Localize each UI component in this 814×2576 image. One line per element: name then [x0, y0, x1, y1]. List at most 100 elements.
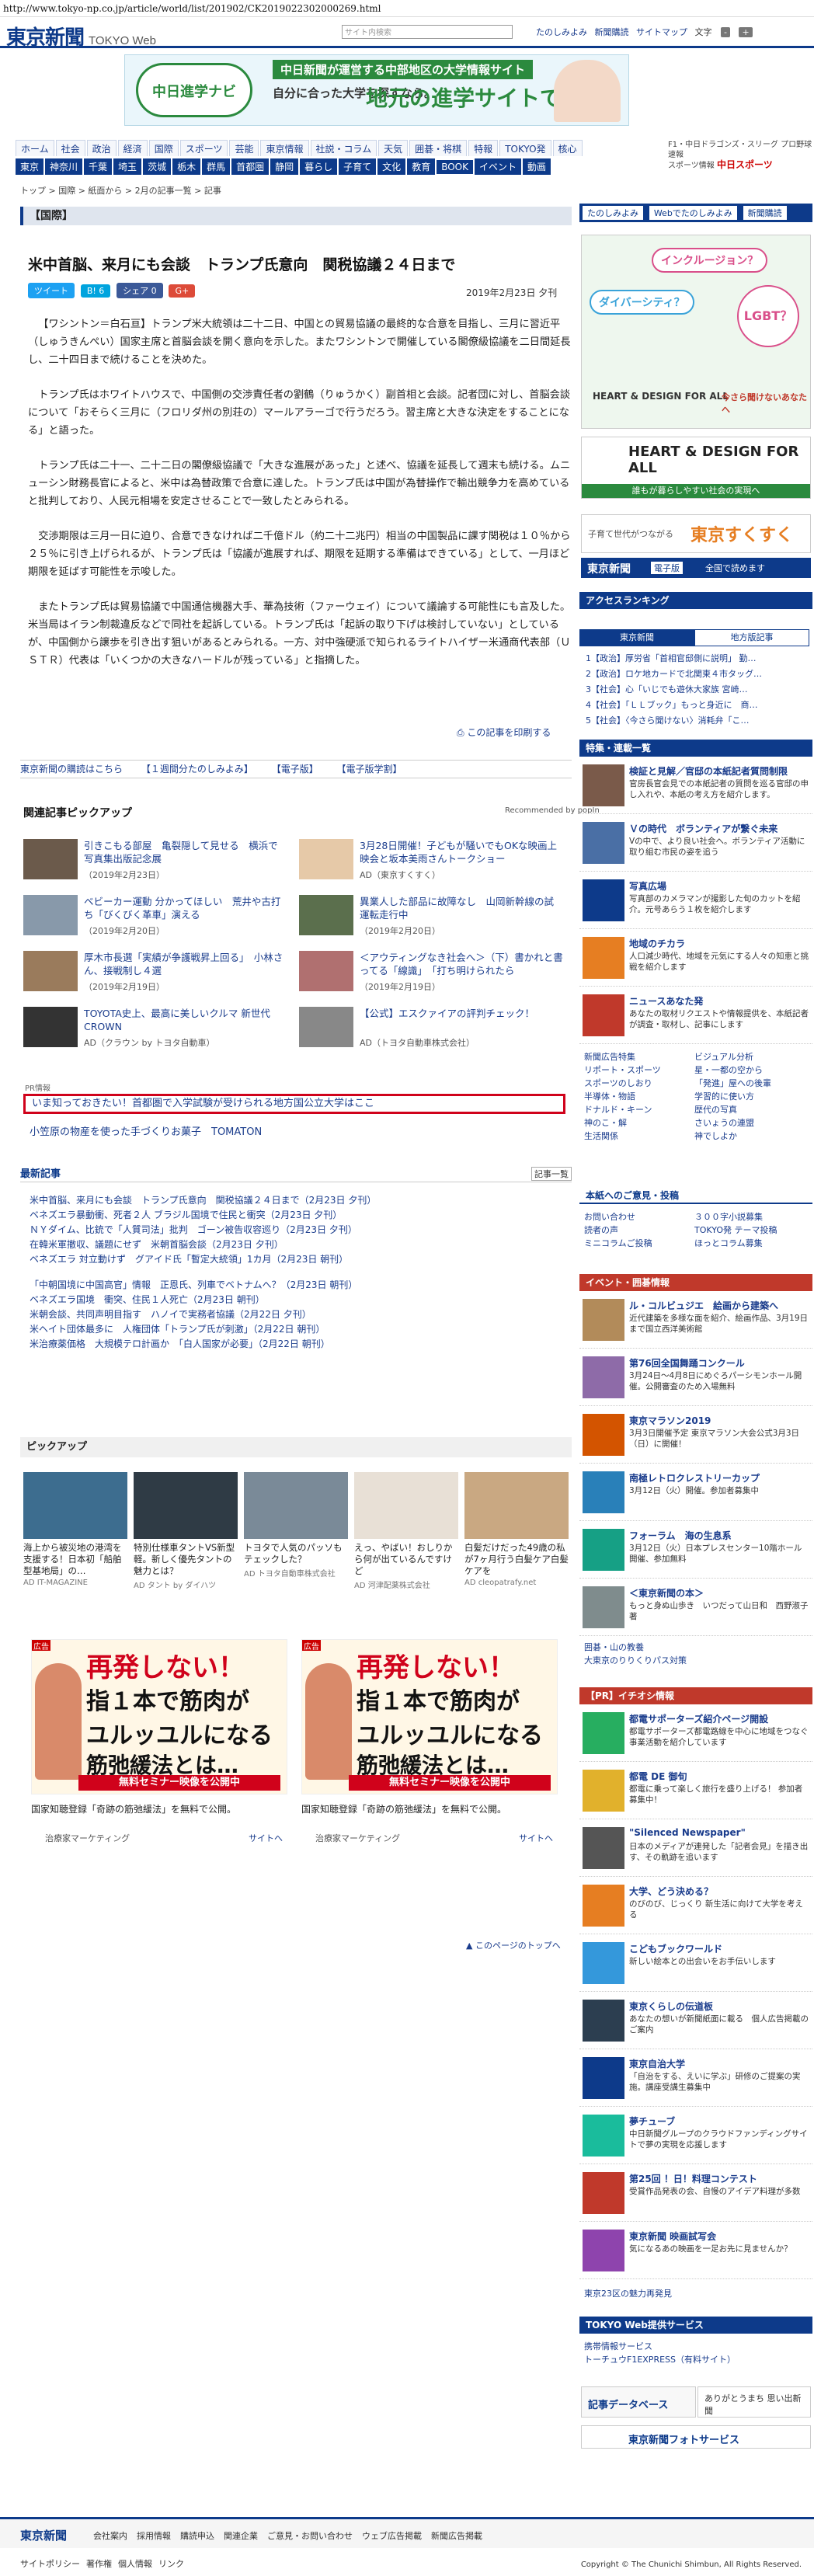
pr-highlight-link[interactable]: いま知っておきたい！首都圏で入学試験が受けられる地方国公立大学はここ — [23, 1094, 565, 1114]
latest-item[interactable]: ＮＹダイム、比銃で「人質司法」批判 ゴーン被告収容巡り（2月23日 夕刊） — [30, 1223, 565, 1238]
pr-item[interactable]: 大学、どう決める？ のびのび、じっくり 新生活に向けて大学を考える — [579, 1880, 812, 1934]
sukusuku-banner[interactable]: 子育て世代がつながる 東京すくすく — [581, 514, 811, 553]
pr-item[interactable]: 夢チューブ 中日新聞グループのクラウドファンディングサイトで夢の実現を応援します — [579, 2110, 812, 2164]
related-item[interactable]: TOYOTA史上、最高に美しいクルマ 新世代CROWN AD（クラウン by トヨ… — [23, 1007, 291, 1053]
primary-nav-item[interactable]: 社会 — [55, 140, 85, 156]
ad-banner[interactable]: 広告 再発しない！ 指１本で筋肉が ユルッユルになる 筋弛緩法とは… 無料セミナー映像を… — [31, 1639, 287, 1794]
footer-logo[interactable]: 東京新聞 — [20, 2527, 67, 2543]
secondary-nav-item[interactable]: BOOK — [437, 160, 473, 174]
site-search-input[interactable]: サイト内検索 — [342, 25, 513, 39]
related-item[interactable]: 異業人した部品に故障なし 山岡新幹線の試運転走行中 （2019年2月20日） — [299, 895, 567, 942]
event-item[interactable]: 東京マラソン2019 3月3日開催予定 東京マラソン大会公式3月3日（日）に開催！ — [579, 1409, 812, 1464]
primary-nav-item[interactable]: 核心 — [552, 140, 583, 156]
ranking-item[interactable]: 5【社会】〈今さら聞けない〉消耗弁「こ… — [586, 713, 811, 729]
print-link[interactable]: ⎙ この記事を印刷する — [457, 726, 551, 739]
footer-link[interactable]: 関連企業 — [224, 2531, 258, 2541]
pickup-item[interactable]: 特別仕様車タントVS新型軽。新しく優先タントの魅力とは？ AD タント by ダイ… — [134, 1472, 238, 1596]
related-item[interactable]: ＜アウティングなき社会へ＞（下）書かれと書ってる「線識」 「打ち明けられたら （2… — [299, 951, 567, 997]
info-link[interactable]: 読者の声 — [584, 1224, 694, 1237]
tokushu-link[interactable]: ビジュアル分析 — [694, 1050, 805, 1063]
secondary-nav-item[interactable]: 子育て — [339, 158, 377, 175]
font-small-button[interactable]: - — [721, 27, 730, 37]
pr-item[interactable]: 都電サポーターズ紹介ページ開設 都電サポーターズ都電路線を中心に地域をつなぐ事業活… — [579, 1707, 812, 1762]
primary-nav-item[interactable]: スポーツ — [179, 140, 228, 156]
denshi-link[interactable]: 【電子版】 — [272, 764, 318, 775]
ad-site-link[interactable]: サイトへ — [249, 1832, 283, 1844]
secondary-nav-item[interactable]: 東京 — [16, 158, 44, 175]
ad-site-link[interactable]: サイトへ — [519, 1832, 553, 1844]
hatena-button[interactable]: B! 6 — [80, 284, 111, 298]
secondary-nav-item[interactable]: 動画 — [523, 158, 551, 175]
info-link[interactable]: ほっとコラム募集 — [694, 1237, 805, 1250]
ranking-item[interactable]: 4【社会】「ＬＬブック」もっと身近に 商… — [586, 698, 811, 713]
footer-link[interactable]: 著作権 — [86, 2559, 112, 2569]
event-item[interactable]: フォーラム 海の生息系 3月12日（火）日本プレスセンター10階ホール開催、参加無… — [579, 1524, 812, 1579]
ad-caption[interactable]: 国家知聴登録「奇跡の筋弛緩法」を無料で公開。 — [31, 1802, 236, 1815]
tweet-button[interactable]: ツイート — [28, 283, 75, 298]
event-link[interactable]: 囲碁・山の教養 — [584, 1641, 694, 1654]
pr-item[interactable]: 第25回 ！日！料理コンテスト 受賞作品発表の会、自慢のアイデア料理が多数 — [579, 2167, 812, 2222]
photo-service-banner[interactable]: 東京新聞フォトサービス — [581, 2425, 811, 2449]
related-item[interactable]: 3月28日開催！子どもが騒いでもOKな映画上映会と坂本美雨さんトークショー AD（… — [299, 839, 567, 886]
secondary-nav-item[interactable]: 栃木 — [172, 158, 201, 175]
related-item[interactable]: 引きこもる部屋 亀裂隠して見せる 横浜で写真集出版記念展 （2019年2月23日） — [23, 839, 291, 886]
footer-link[interactable]: 会社案内 — [93, 2531, 127, 2541]
denshi-gakuwari-link[interactable]: 【電子版学割】 — [337, 764, 402, 775]
primary-nav-item[interactable]: 政治 — [86, 140, 117, 156]
latest-item[interactable]: 米朝会談、共同声明目指す ハノイで実務者協議（2月22日 夕刊） — [30, 1307, 565, 1322]
secondary-nav-item[interactable]: 首都圏 — [231, 158, 270, 175]
tokushu-link[interactable]: スポーツのしおり — [584, 1077, 694, 1090]
tokushu-link[interactable]: 生活関係 — [584, 1130, 694, 1143]
primary-nav-item[interactable]: 社説・コラム — [310, 140, 377, 156]
latest-item[interactable]: 米中首脳、来月にも会談 トランプ氏意向 関税協議２４日まで（2月23日 夕刊） — [30, 1193, 565, 1208]
primary-nav-item[interactable]: 囲碁・将棋 — [409, 140, 468, 156]
gplus-button[interactable]: G+ — [169, 284, 196, 298]
secondary-nav-item[interactable]: 教育 — [407, 158, 436, 175]
pickup-item[interactable]: 海上から被災地の港湾を支援する！日本初「船舶型基地局」の… AD IT-MAGAZ… — [23, 1472, 127, 1596]
secondary-nav-item[interactable]: 神奈川 — [45, 158, 83, 175]
footer-link[interactable]: 個人情報 — [118, 2559, 152, 2569]
related-item[interactable]: 【公式】エスクァイアの評判チェック！ AD（トヨタ自動車株式会社） — [299, 1007, 567, 1053]
primary-nav-item[interactable]: 東京情報 — [260, 140, 309, 156]
primary-nav-item[interactable]: 経済 — [117, 140, 148, 156]
secondary-nav-item[interactable]: イベント — [474, 158, 521, 175]
ad-banner-shinngaku[interactable]: 中日進学ナビ 中日新聞が運営する中部地区の大学情報サイト 自分に合った大学を探す… — [124, 54, 629, 126]
tokushu-link[interactable]: 歴代の写真 — [694, 1103, 805, 1116]
info-link[interactable]: TOKYO発 テーマ投稿 — [694, 1224, 805, 1237]
article-db-banner[interactable]: 記事データベース — [581, 2386, 696, 2418]
pickup-item[interactable]: トヨタで人気のパッソもテェックした？ AD トヨタ自動車株式会社 — [244, 1472, 348, 1596]
pr-item[interactable]: 東京新聞 映画試写会 気になるあの映画を一足お先に見ませんか？ — [579, 2225, 812, 2279]
tokushu-link[interactable]: 神でしよか — [694, 1130, 805, 1143]
latest-item[interactable]: 「中朝国境に中国高官」情報 正恩氏、列車でベトナムへ？（2月23日 朝刊） — [30, 1278, 565, 1293]
promo-heart-design[interactable]: HEART & DESIGN FOR ALL 誰もが暮らしやすい社会の実現へ — [581, 437, 811, 499]
footer-link[interactable]: ウェブ広告掲載 — [362, 2531, 422, 2541]
tokushu-link[interactable]: 半導体・物語 — [584, 1090, 694, 1103]
subscribe-here-link[interactable]: 東京新聞の購読はこちら — [20, 764, 123, 775]
sidebar-web-tanoshimi-button[interactable]: Webでたのしみよみ — [649, 206, 737, 220]
primary-nav-item[interactable]: TOKYO発 — [499, 140, 551, 156]
secondary-nav-item[interactable]: 静岡 — [270, 158, 299, 175]
address-bar[interactable]: http://www.tokyo-np.co.jp/article/world/… — [0, 0, 814, 17]
secondary-nav-item[interactable]: 千葉 — [84, 158, 113, 175]
tab-local[interactable]: 地方版記事 — [694, 629, 809, 646]
tokushu-link[interactable]: ドナルド・キーン — [584, 1103, 694, 1116]
tokushu-link[interactable]: 星・一都の空から — [694, 1063, 805, 1077]
tokushu-link[interactable]: 学習的に使い方 — [694, 1090, 805, 1103]
pr-item[interactable]: "Silenced Newspaper" 日本のメディアが連発した「記者会見」を描… — [579, 1822, 812, 1877]
footer-link[interactable]: サイトポリシー — [20, 2559, 80, 2569]
sitemap-link[interactable]: サイトマップ — [636, 27, 687, 37]
latest-item[interactable]: 在韓米軍撤収、議題にせず 米朝首脳会談（2月23日 夕刊） — [30, 1238, 565, 1252]
info-link[interactable]: お問い合わせ — [584, 1210, 694, 1224]
web-service-link[interactable]: トーチュウF1EXPRESS（有料サイト） — [584, 2353, 809, 2366]
article-list-button[interactable]: 記事一覧 — [531, 1167, 572, 1181]
sidebar-tanoshimi-button[interactable]: たのしみよみ — [583, 206, 643, 220]
latest-item[interactable]: ベネズエラ暴動衝、死者２人 ブラジル国境で住民と衝突（2月23日 夕刊） — [30, 1208, 565, 1223]
pr-item[interactable]: 東京くらしの伝道板 あなたの想いが新聞紙面に載る 個人広告掲載のご案内 — [579, 1995, 812, 2049]
primary-nav-item[interactable]: 特報 — [468, 140, 499, 156]
footer-link[interactable]: 購読申込 — [180, 2531, 214, 2541]
primary-nav-item[interactable]: ホーム — [16, 140, 54, 156]
pr-item[interactable]: 都電 DE 御旬 都電に乗って楽しく旅行を盛り上げる！ 参加者募集中！ — [579, 1765, 812, 1819]
promo-inclusion[interactable]: インクルージョン？ ダイバーシティ？ LGBT？ HEART & DESIGN … — [581, 235, 811, 429]
tokushu-item[interactable]: 写真広場 写真部のカメラマンが撮影した旬のカットを紹介。元号あらう１枚を紹介します — [579, 875, 812, 929]
ad-caption[interactable]: 国家知聴登録「奇跡の筋弛緩法」を無料で公開。 — [301, 1802, 506, 1815]
